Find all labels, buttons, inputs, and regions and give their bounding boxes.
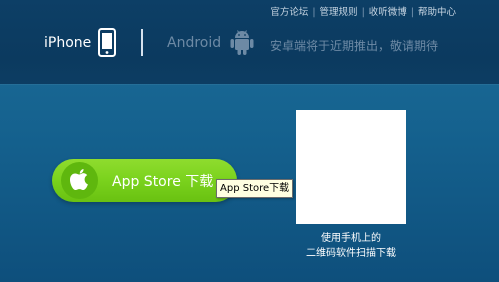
phone-icon[interactable] [98, 28, 116, 57]
top-link-rules[interactable]: 管理规则 [320, 7, 358, 18]
link-separator: | [312, 7, 316, 18]
appstore-button-label: App Store 下载 [112, 174, 214, 190]
top-link-help[interactable]: 帮助中心 [418, 7, 456, 18]
qr-code [296, 110, 406, 224]
tab-divider [141, 29, 143, 56]
apple-icon-circle [61, 162, 98, 199]
top-link-weibo[interactable]: 收听微博 [369, 7, 407, 18]
iphone-tab-label[interactable]: iPhone [44, 35, 91, 51]
top-links: 官方论坛 | 管理规则 | 收听微博 | 帮助中心 [270, 4, 456, 18]
qr-caption-line2: 二维码软件扫描下载 [306, 248, 396, 259]
appstore-tooltip: App Store下载 [216, 179, 294, 198]
top-link-forum[interactable]: 官方论坛 [270, 7, 308, 18]
header-bar: 官方论坛 | 管理规则 | 收听微博 | 帮助中心 iPhone Android 安卓端将于… [0, 0, 499, 84]
link-separator: | [410, 7, 414, 18]
qr-caption-line1: 使用手机上的 [321, 233, 381, 244]
android-icon [230, 30, 254, 55]
android-tab-label: Android [167, 35, 222, 51]
appstore-download-button[interactable]: App Store 下载 [52, 159, 237, 202]
android-coming-soon-note: 安卓端将于近期推出，敬请期待 [270, 39, 439, 53]
link-separator: | [361, 7, 365, 18]
qr-caption: 使用手机上的 二维码软件扫描下载 [290, 231, 412, 261]
apple-icon [70, 169, 88, 190]
